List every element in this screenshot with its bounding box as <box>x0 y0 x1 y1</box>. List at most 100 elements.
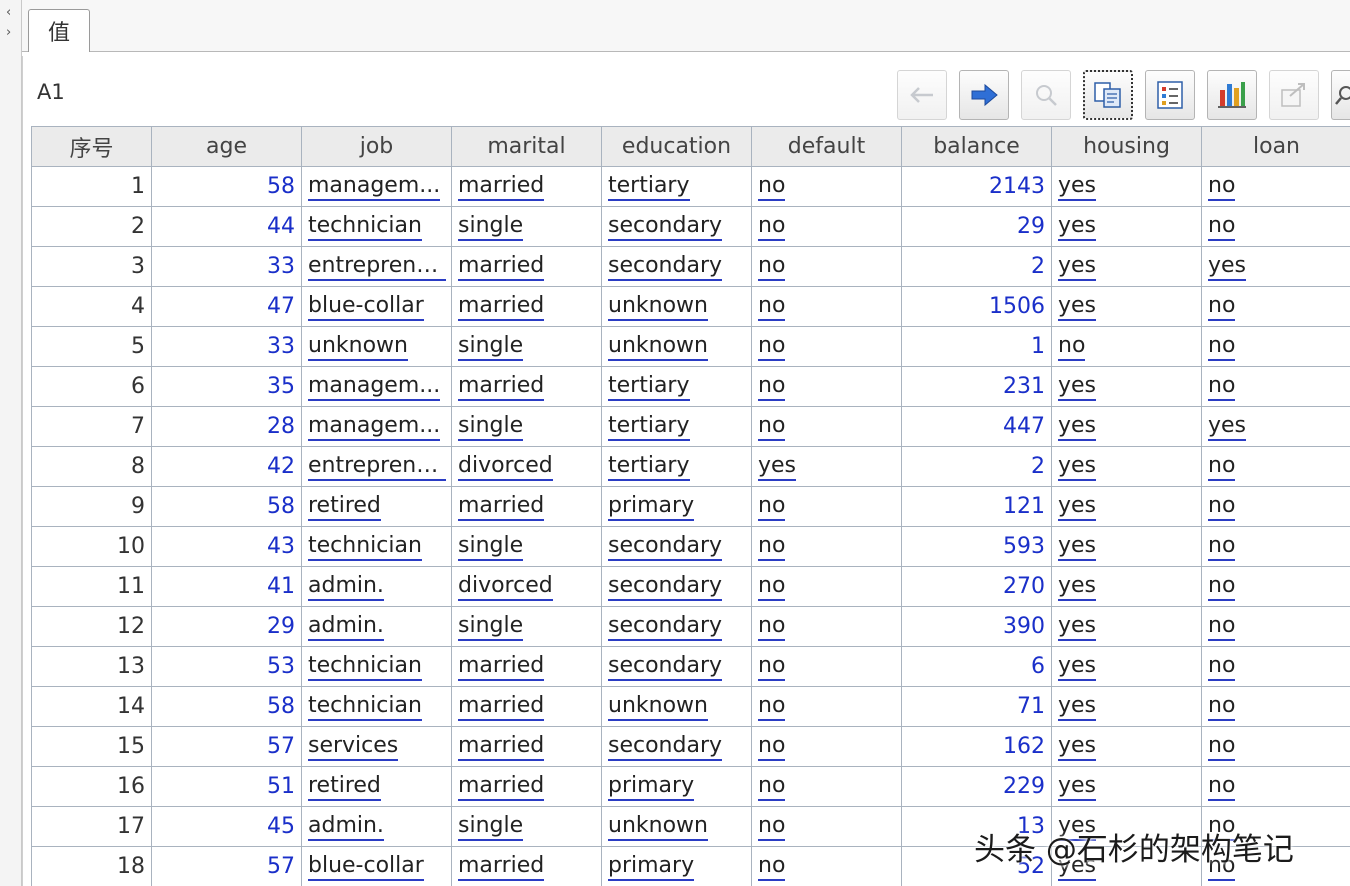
cell-job[interactable]: blue-collar <box>301 846 452 886</box>
cell-value[interactable]: no <box>758 613 786 641</box>
cell-value[interactable]: admin. <box>308 613 384 641</box>
column-header-job[interactable]: job <box>301 126 452 167</box>
cell-job[interactable]: admin. <box>301 566 452 607</box>
cell-job[interactable]: services <box>301 726 452 767</box>
cell-job[interactable]: admin. <box>301 606 452 647</box>
cell-value[interactable]: yes <box>1058 773 1097 801</box>
table-row[interactable]: 12 29 admin. single secondary no 390 yes no <box>31 606 1350 647</box>
row-index[interactable]: 13 <box>31 646 152 687</box>
cell-default[interactable]: no <box>751 646 902 687</box>
row-index[interactable]: 8 <box>31 446 152 487</box>
cell-value[interactable]: no <box>758 653 786 681</box>
cell-education[interactable]: secondary <box>601 206 752 247</box>
table-row[interactable]: 4 47 blue-collar married unknown no 1506 yes no <box>31 286 1350 327</box>
cell-balance[interactable]: 162 <box>901 726 1052 767</box>
cell-balance[interactable]: 2143 <box>901 166 1052 207</box>
row-index[interactable]: 2 <box>31 206 152 247</box>
cell-value[interactable]: technician <box>308 533 422 561</box>
cell-education[interactable]: secondary <box>601 526 752 567</box>
cell-value[interactable]: yes <box>1058 693 1097 721</box>
cell-job[interactable]: technician <box>301 526 452 567</box>
cell-value[interactable]: yes <box>1058 533 1097 561</box>
cell-marital[interactable]: married <box>451 686 602 727</box>
cell-value[interactable]: yes <box>1058 573 1097 601</box>
back-button[interactable] <box>897 70 947 120</box>
row-index[interactable]: 11 <box>31 566 152 607</box>
cell-age[interactable]: 33 <box>151 326 302 367</box>
table-row[interactable]: 10 43 technician single secondary no 593 yes no <box>31 526 1350 567</box>
cell-value[interactable]: tertiary <box>608 453 690 481</box>
cell-age[interactable]: 57 <box>151 846 302 886</box>
cell-value[interactable]: no <box>1208 613 1236 641</box>
cell-job[interactable]: technician <box>301 206 452 247</box>
cell-balance[interactable]: 1 <box>901 326 1052 367</box>
cell-value[interactable]: blue-collar <box>308 293 424 321</box>
row-index[interactable]: 17 <box>31 806 152 847</box>
cell-value[interactable]: no <box>758 173 786 201</box>
row-index[interactable]: 7 <box>31 406 152 447</box>
cell-value[interactable]: no <box>758 213 786 241</box>
column-header-marital[interactable]: marital <box>451 126 602 167</box>
cell-value[interactable]: entrepreneur <box>308 253 446 281</box>
cell-value[interactable]: primary <box>608 493 695 521</box>
cell-value[interactable]: married <box>458 253 545 281</box>
cell-balance[interactable]: 29 <box>901 206 1052 247</box>
cell-balance[interactable]: 2 <box>901 446 1052 487</box>
cell-value[interactable]: no <box>758 773 786 801</box>
cell-value[interactable]: no <box>758 413 786 441</box>
cell-balance[interactable]: 593 <box>901 526 1052 567</box>
cell-value[interactable]: primary <box>608 773 695 801</box>
cell-value[interactable]: no <box>758 853 786 881</box>
cell-education[interactable]: primary <box>601 766 752 807</box>
cell-education[interactable]: tertiary <box>601 166 752 207</box>
cell-default[interactable]: no <box>751 326 902 367</box>
cell-value[interactable]: no <box>758 253 786 281</box>
cell-value[interactable]: no <box>1208 493 1236 521</box>
cell-loan[interactable]: no <box>1201 366 1350 407</box>
cell-value[interactable]: single <box>458 213 524 241</box>
cell-age[interactable]: 33 <box>151 246 302 287</box>
cell-value[interactable]: no <box>1208 333 1236 361</box>
cell-balance[interactable]: 71 <box>901 686 1052 727</box>
cell-housing[interactable]: yes <box>1051 206 1202 247</box>
cell-housing[interactable]: yes <box>1051 286 1202 327</box>
cell-loan[interactable]: no <box>1201 486 1350 527</box>
cell-job[interactable]: managem... <box>301 366 452 407</box>
cell-education[interactable]: primary <box>601 486 752 527</box>
cell-marital[interactable]: married <box>451 846 602 886</box>
row-index[interactable]: 1 <box>31 166 152 207</box>
cell-value[interactable]: yes <box>1058 653 1097 681</box>
cell-housing[interactable]: yes <box>1051 726 1202 767</box>
cell-housing[interactable]: yes <box>1051 446 1202 487</box>
cell-value[interactable]: no <box>758 813 786 841</box>
cell-marital[interactable]: single <box>451 326 602 367</box>
cell-loan[interactable]: no <box>1201 606 1350 647</box>
cell-default[interactable]: no <box>751 246 902 287</box>
column-header-loan[interactable]: loan <box>1201 126 1350 167</box>
cell-default[interactable]: no <box>751 686 902 727</box>
collapse-left-icon[interactable]: ‹ <box>6 6 11 19</box>
row-index[interactable]: 12 <box>31 606 152 647</box>
row-index[interactable]: 6 <box>31 366 152 407</box>
cell-age[interactable]: 42 <box>151 446 302 487</box>
cell-job[interactable]: entrepreneur <box>301 446 452 487</box>
cell-marital[interactable]: married <box>451 286 602 327</box>
cell-default[interactable]: yes <box>751 446 902 487</box>
cell-value[interactable]: tertiary <box>608 413 690 441</box>
cell-loan[interactable]: no <box>1201 166 1350 207</box>
column-header-index[interactable]: 序号 <box>31 126 152 167</box>
cell-education[interactable]: unknown <box>601 806 752 847</box>
cell-value[interactable]: no <box>1208 693 1236 721</box>
cell-value[interactable]: no <box>1208 213 1236 241</box>
cell-default[interactable]: no <box>751 366 902 407</box>
cell-education[interactable]: tertiary <box>601 366 752 407</box>
cell-value[interactable]: entrepreneur <box>308 453 446 481</box>
cell-age[interactable]: 51 <box>151 766 302 807</box>
cell-default[interactable]: no <box>751 206 902 247</box>
cell-age[interactable]: 57 <box>151 726 302 767</box>
cell-value[interactable]: unknown <box>608 813 708 841</box>
table-row[interactable]: 9 58 retired married primary no 121 yes no <box>31 486 1350 527</box>
cell-value[interactable]: secondary <box>608 653 723 681</box>
cell-housing[interactable]: yes <box>1051 406 1202 447</box>
cell-education[interactable]: unknown <box>601 286 752 327</box>
